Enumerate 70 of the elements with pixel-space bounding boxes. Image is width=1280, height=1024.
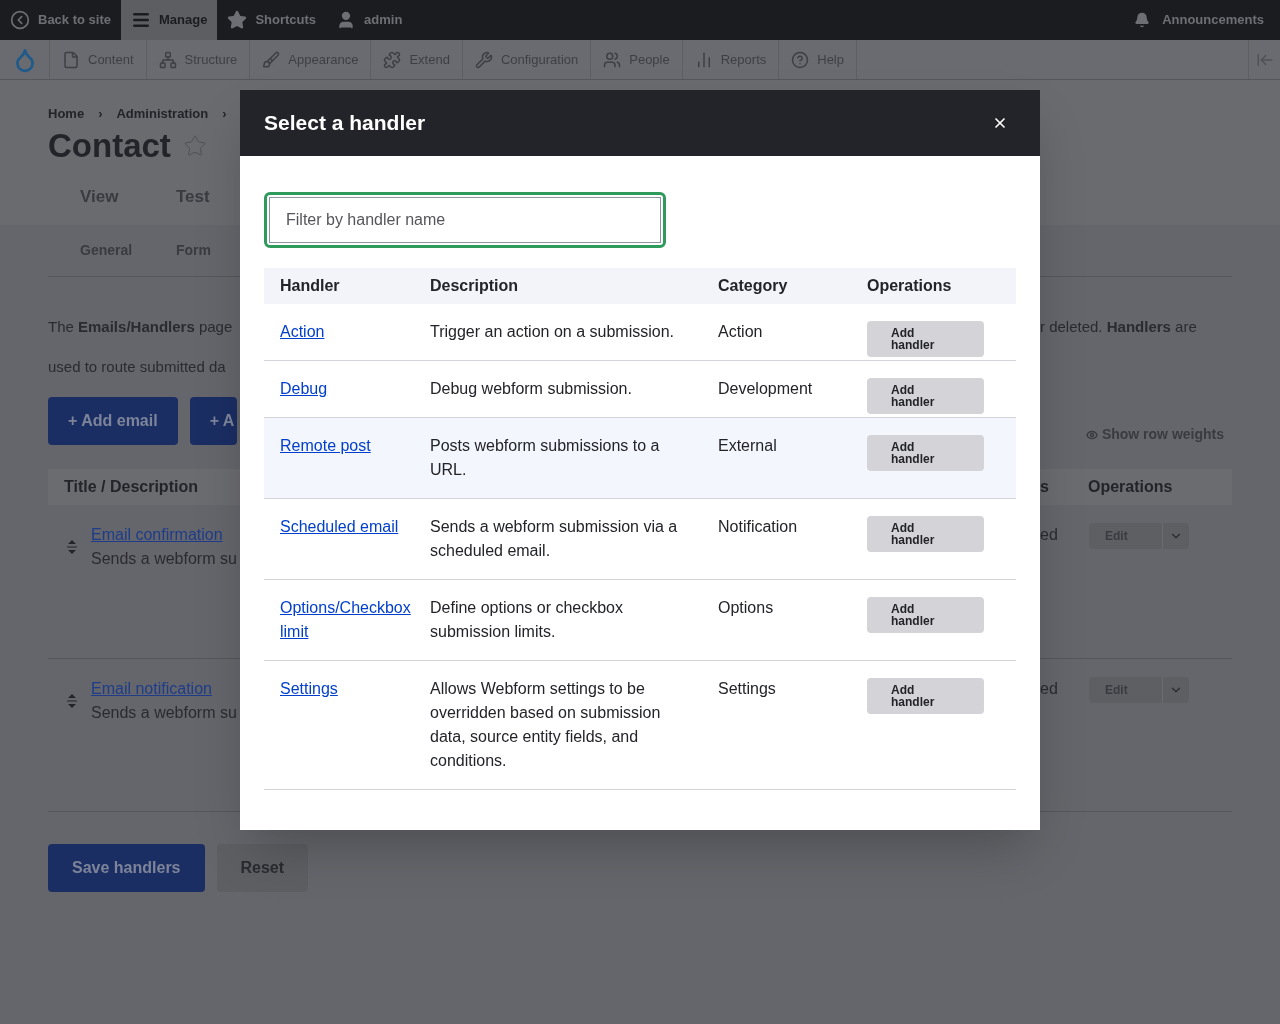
handler-link[interactable]: Action <box>280 320 430 344</box>
handler-link[interactable]: Remote post <box>280 434 430 458</box>
column-header: Handler <box>264 268 430 304</box>
people-icon <box>603 50 622 69</box>
drag-handle-icon[interactable] <box>66 693 78 709</box>
status-text: ed <box>1040 525 1059 545</box>
handler-link[interactable]: Scheduled email <box>280 515 430 539</box>
wrench-icon <box>474 50 493 69</box>
breadcrumb-link[interactable]: Home <box>48 104 85 124</box>
category-text: Notification <box>718 518 798 535</box>
sitemap-icon <box>158 50 177 69</box>
column-header: Operations <box>1088 477 1173 497</box>
save-button[interactable]: Save handlers <box>48 844 205 892</box>
column-header: Description <box>430 268 718 304</box>
category-text: Settings <box>718 680 776 697</box>
menu-icon <box>131 10 151 30</box>
handler-title-link[interactable]: Email notification <box>91 677 237 701</box>
column-header: Category <box>718 268 867 304</box>
description-text: used to route submitted da <box>48 357 227 377</box>
handler-description: Define options or checkbox submission limits. <box>430 599 623 640</box>
handler-description: Sends a webform su <box>91 703 237 723</box>
add-handler-button[interactable]: Add handler <box>867 678 984 714</box>
handler-description: Trigger an action on a submission. <box>430 323 674 340</box>
column-header: Operations <box>867 268 1016 304</box>
category-text: Development <box>718 380 813 397</box>
handler-description: Allows Webform settings to be overridden based on submission data, source entity fields, and conditions. <box>430 680 661 769</box>
handler-description: Sends a webform submission via a scheduled email. <box>430 518 678 559</box>
breadcrumb-separator: › <box>98 105 103 123</box>
toolbar-tab[interactable]: Shortcuts <box>217 0 327 40</box>
handler-title-link[interactable]: Email confirmation <box>91 523 237 547</box>
category-text: Action <box>718 323 763 340</box>
toolbar-tab[interactable]: admin <box>326 0 413 40</box>
category-text: Options <box>718 599 774 616</box>
modal-title: Select a handler <box>264 110 426 137</box>
handler-link[interactable]: Options/Checkbox limit <box>280 596 430 644</box>
puzzle-icon <box>383 50 402 69</box>
status-text: ed <box>1040 679 1059 699</box>
handler-description: Sends a webform su <box>91 549 237 569</box>
file-icon <box>62 50 80 69</box>
filter-field[interactable]: Filter by handler name <box>269 197 661 243</box>
handler-description: Posts webform submissions to a URL. <box>430 437 660 478</box>
add-handler-button[interactable]: Add handler <box>867 597 984 633</box>
brush-icon <box>262 50 281 69</box>
column-header: s <box>1040 477 1050 497</box>
toolbar-tab[interactable]: Back to site <box>0 0 121 40</box>
bell-icon <box>1134 12 1151 28</box>
add-handler-button[interactable]: Add handler <box>867 321 984 357</box>
help-icon <box>791 50 810 69</box>
description-text: The Emails/Handlers page <box>48 317 234 337</box>
add-handler-button[interactable]: Add handler <box>867 378 984 414</box>
handler-link[interactable]: Debug <box>280 377 430 401</box>
breadcrumb-link[interactable]: Administration <box>116 104 209 124</box>
drag-handle-icon[interactable] <box>66 539 78 555</box>
close-icon <box>992 115 1008 131</box>
category-text: External <box>718 437 777 454</box>
add-handler-button[interactable]: Add handler <box>867 516 984 552</box>
star-icon[interactable] <box>182 133 207 158</box>
toolbar-tab[interactable]: Manage <box>121 0 218 40</box>
handler-description: Debug webform submission. <box>430 380 632 397</box>
back-icon <box>10 10 30 30</box>
add-button[interactable]: + A <box>189 397 237 445</box>
page-title: Contact <box>48 125 171 166</box>
add-handler-button[interactable]: Add handler <box>867 435 984 471</box>
announcements-button[interactable]: Announcements <box>1118 0 1280 40</box>
column-header: Title / Description <box>63 477 199 497</box>
star-icon <box>227 10 248 30</box>
add-button[interactable]: + Add email <box>48 397 178 445</box>
eye-icon <box>1085 428 1098 441</box>
breadcrumb-separator: › <box>222 105 227 123</box>
handler-link[interactable]: Settings <box>280 677 430 701</box>
